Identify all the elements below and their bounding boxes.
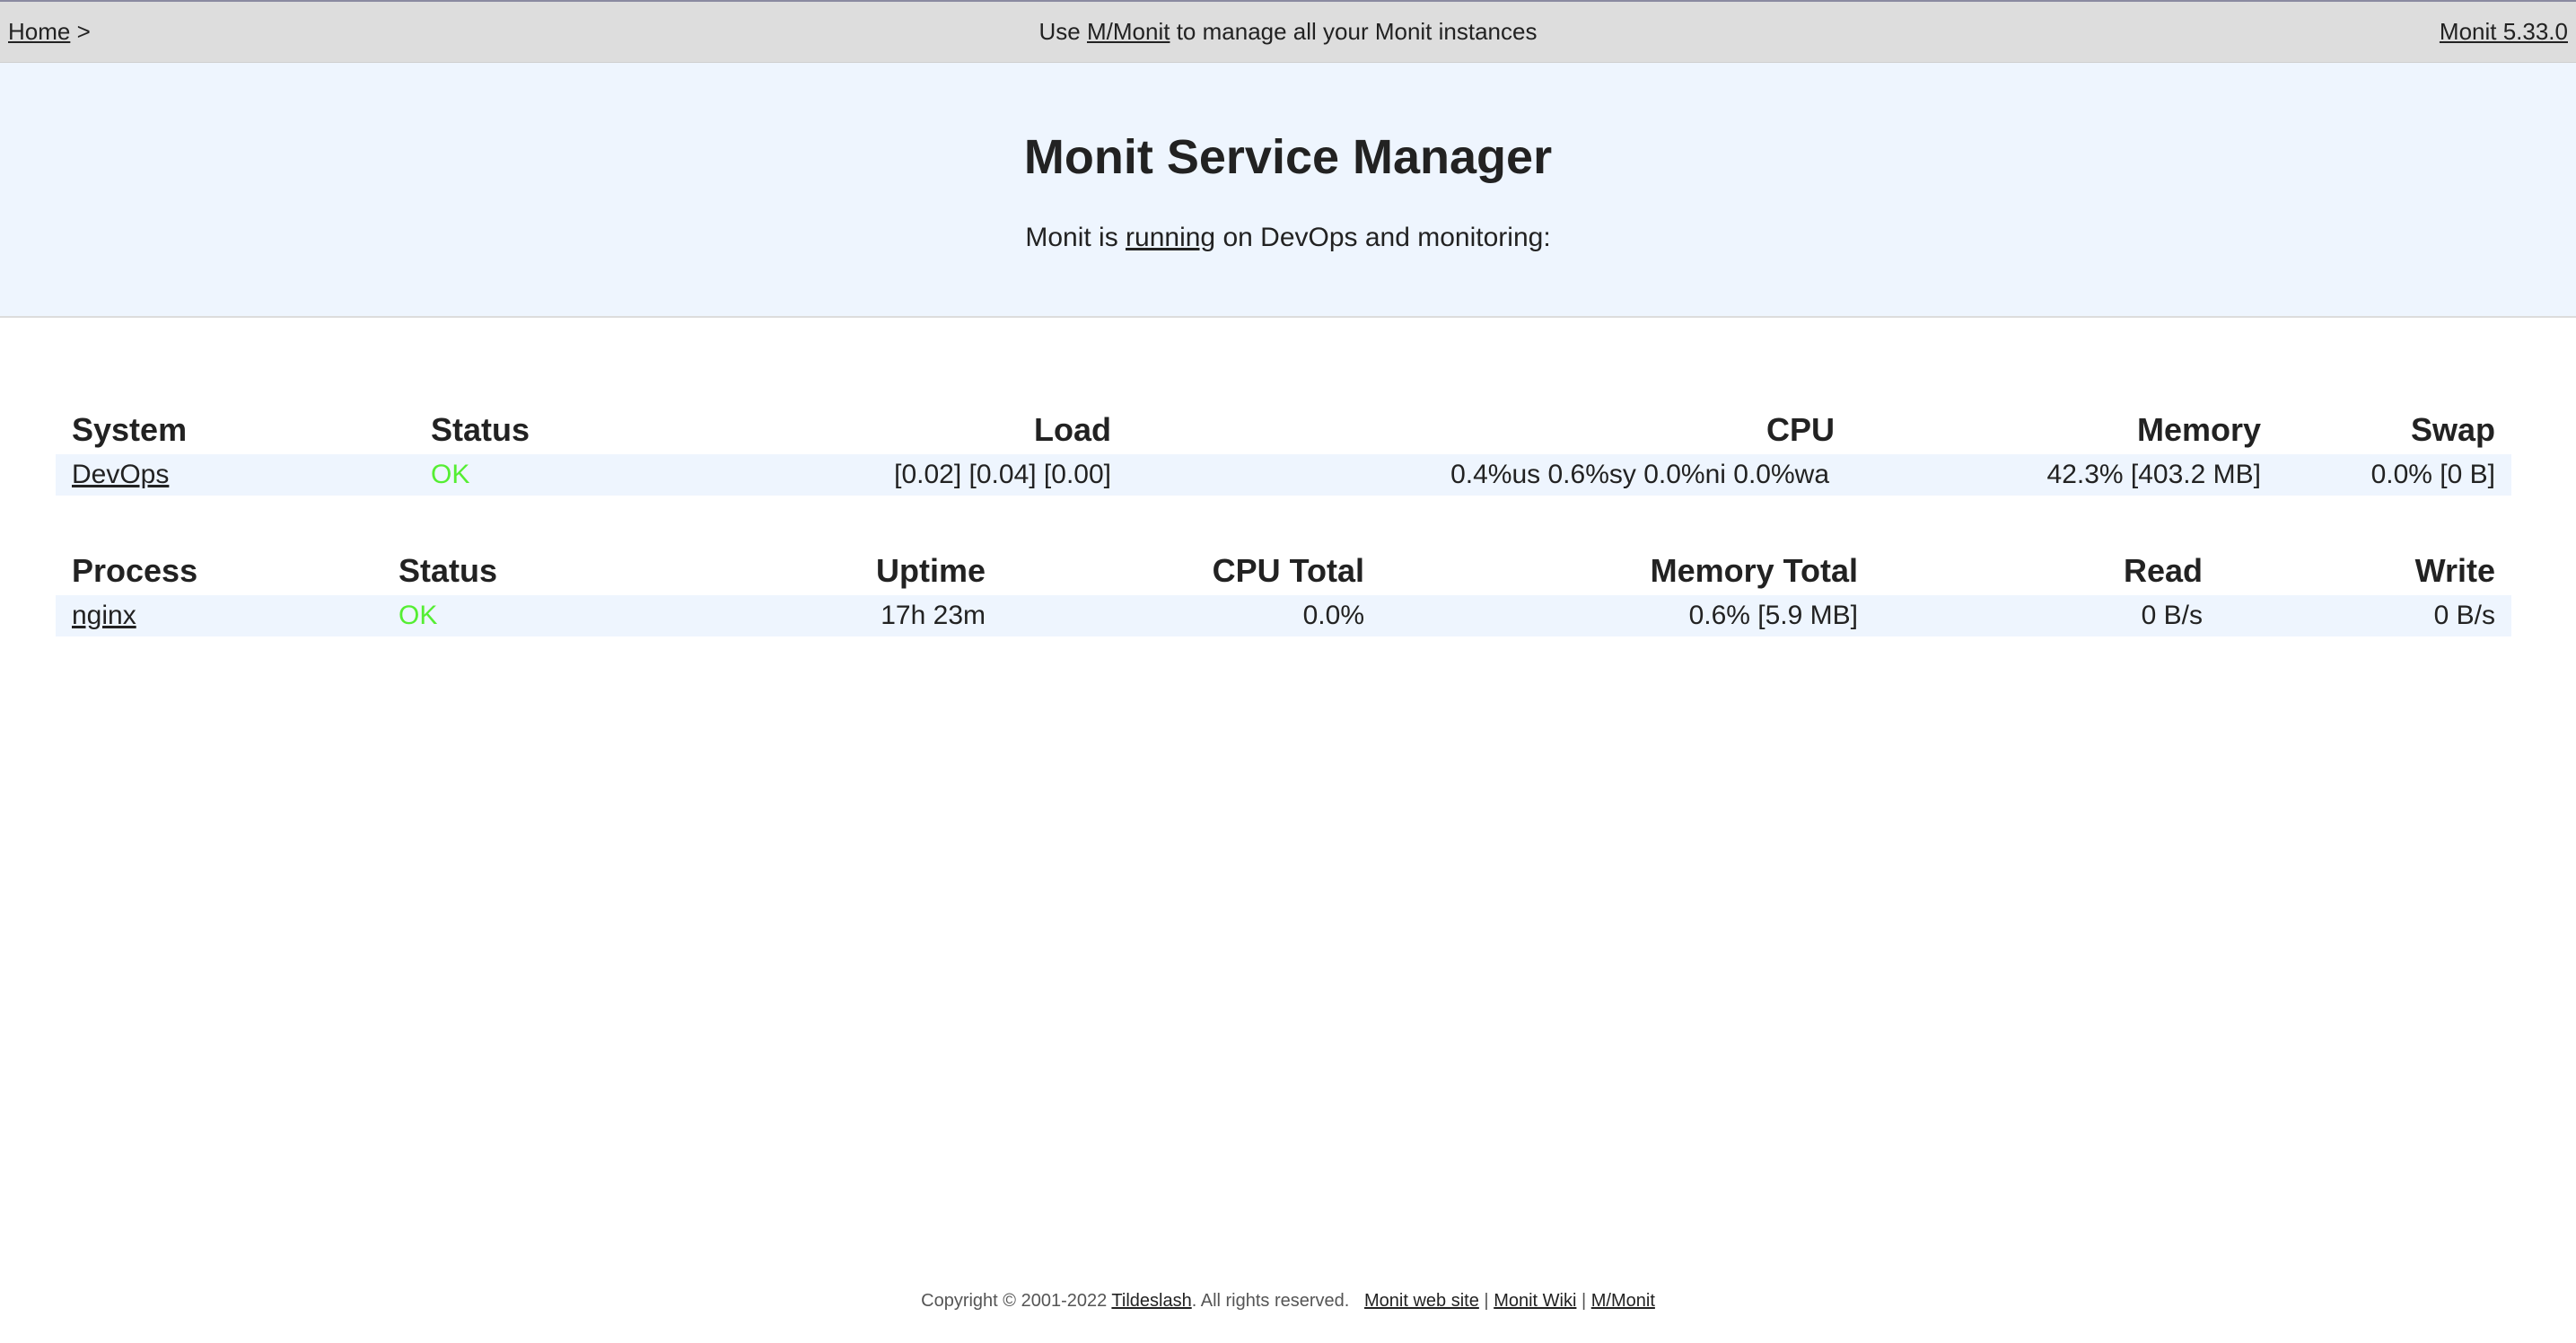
table-row: nginx OK 17h 23m 0.0% 0.6% [5.9 MB] 0 B/… <box>56 595 2511 636</box>
process-table: Process Status Uptime CPU Total Memory T… <box>56 541 2511 636</box>
col-write: Write <box>2414 552 2495 589</box>
read-value: 0 B/s <box>2141 601 2203 630</box>
col-read: Read <box>2123 552 2203 589</box>
page-header: Monit Service Manager Monit is running o… <box>0 63 2576 318</box>
swap-value: 0.0% [0 B] <box>2370 460 2495 489</box>
write-value: 0 B/s <box>2433 601 2495 630</box>
col-system: System <box>72 411 188 448</box>
monit-wiki-link[interactable]: Monit Wiki <box>1494 1291 1576 1311</box>
col-memory: Memory <box>2136 411 2261 448</box>
status-suffix: on DevOps and monitoring: <box>1222 223 1551 252</box>
memory-total-value: 0.6% [5.9 MB] <box>1688 601 1858 630</box>
col-memory-total: Memory Total <box>1650 552 1858 589</box>
version-link[interactable]: Monit 5.33.0 <box>2440 18 2568 45</box>
load-value: [0.02] [0.04] [0.00] <box>894 460 1111 489</box>
col-cpu-total: CPU Total <box>1212 552 1364 589</box>
system-name-link[interactable]: DevOps <box>72 460 169 490</box>
copyright-prefix: Copyright © 2001-2022 <box>921 1291 1108 1311</box>
footer-divider: | <box>1484 1291 1489 1311</box>
footer-mmonit-link[interactable]: M/Monit <box>1591 1291 1655 1311</box>
memory-value: 42.3% [403.2 MB] <box>2046 460 2261 489</box>
system-table-header: System Status Load CPU Memory Swap <box>56 400 2511 454</box>
status-badge: OK <box>431 460 470 489</box>
process-name-link[interactable]: nginx <box>72 601 136 631</box>
col-cpu: CPU <box>1766 411 1835 448</box>
monit-status-line: Monit is running on DevOps and monitorin… <box>0 223 2576 253</box>
process-table-header: Process Status Uptime CPU Total Memory T… <box>56 541 2511 595</box>
table-row: DevOps OK [0.02] [0.04] [0.00] 0.4%us 0.… <box>56 454 2511 496</box>
notice-suffix: to manage all your Monit instances <box>1176 18 1538 45</box>
status-prefix: Monit is <box>1025 223 1118 252</box>
system-table: System Status Load CPU Memory Swap DevOp… <box>56 400 2511 496</box>
monit-website-link[interactable]: Monit web site <box>1364 1291 1479 1311</box>
col-uptime: Uptime <box>875 552 986 589</box>
col-swap: Swap <box>2410 411 2495 448</box>
cpu-value: 0.4%us 0.6%sy 0.0%ni 0.0%wa <box>1450 460 1829 489</box>
notice-prefix: Use <box>1038 18 1081 45</box>
mmonit-notice: Use M/Monit to manage all your Monit ins… <box>0 18 2576 46</box>
col-process: Process <box>72 552 198 589</box>
mmonit-link[interactable]: M/Monit <box>1087 18 1170 45</box>
tildeslash-link[interactable]: Tildeslash <box>1111 1291 1191 1311</box>
col-load: Load <box>1034 411 1111 448</box>
footer: Copyright © 2001-2022 Tildeslash. All ri… <box>0 1291 2576 1312</box>
running-link[interactable]: running <box>1126 223 1215 252</box>
cpu-total-value: 0.0% <box>1302 601 1364 630</box>
copyright-suffix: . All rights reserved. <box>1191 1291 1350 1311</box>
top-bar: Home > Use M/Monit to manage all your Mo… <box>0 0 2576 63</box>
status-badge: OK <box>399 601 438 630</box>
col-status: Status <box>399 552 498 589</box>
footer-divider: | <box>1581 1291 1587 1311</box>
uptime-value: 17h 23m <box>881 601 986 630</box>
col-status: Status <box>431 411 530 448</box>
page-title: Monit Service Manager <box>1023 130 1553 184</box>
